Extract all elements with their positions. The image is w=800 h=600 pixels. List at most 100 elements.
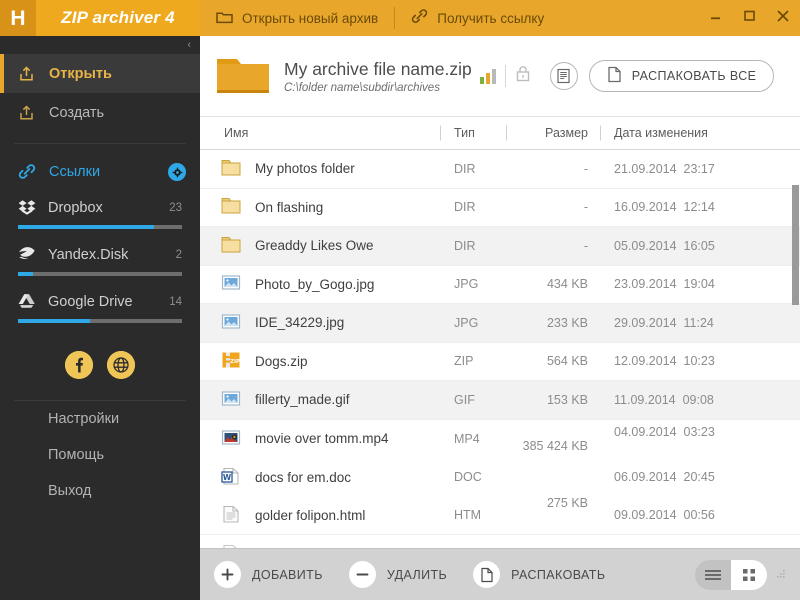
file-type: DOC bbox=[454, 470, 482, 485]
cloud-count: 23 bbox=[169, 201, 182, 214]
folder-large-icon bbox=[216, 55, 270, 97]
column-header-type[interactable]: Тип bbox=[440, 126, 506, 140]
facebook-icon[interactable] bbox=[65, 351, 93, 379]
open-new-archive-label: Открыть новый архив bbox=[242, 10, 379, 26]
globe-icon[interactable] bbox=[107, 351, 135, 379]
file-date: 29.09.2014 11:24 bbox=[614, 315, 714, 330]
comment-list-icon[interactable] bbox=[549, 62, 578, 90]
archive-path: C:\folder name\subdir\archives bbox=[284, 81, 440, 94]
close-icon bbox=[776, 9, 790, 28]
file-type: DIR bbox=[454, 161, 476, 176]
chevron-left-icon[interactable]: ‹ bbox=[187, 39, 191, 51]
file-size: 564 KB bbox=[546, 354, 588, 369]
dropbox-icon bbox=[18, 199, 36, 216]
cloud-count: 2 bbox=[175, 248, 182, 261]
file-name: My photos folder bbox=[255, 161, 355, 177]
table-row[interactable]: movie over tomm.mp4 MP4 385 424 KB 04.09… bbox=[200, 420, 800, 459]
extract-all-button[interactable]: РАСПАКОВАТЬ ВСЕ bbox=[588, 60, 775, 92]
gear-icon[interactable] bbox=[168, 163, 186, 181]
get-link-button[interactable]: Получить ссылку bbox=[395, 0, 560, 36]
lock-icon[interactable] bbox=[515, 65, 531, 88]
add-button[interactable]: ДОБАВИТЬ bbox=[214, 561, 323, 588]
title-bar: H ZIP archiver 4 Открыть новый архив Пол… bbox=[0, 0, 800, 36]
sidebar-item-exit[interactable]: Выход bbox=[0, 473, 200, 509]
file-icon bbox=[473, 561, 501, 588]
open-new-archive-button[interactable]: Открыть новый архив bbox=[200, 0, 394, 36]
extract-button-label: РАСПАКОВАТЬ bbox=[511, 567, 606, 582]
app-title: ZIP archiver 4 bbox=[36, 0, 200, 36]
folder-icon bbox=[220, 158, 242, 180]
archive-header: My archive file name.zip C:\folder name\… bbox=[200, 36, 800, 117]
file-date: 05.09.2014 16:05 bbox=[614, 238, 715, 253]
table-row[interactable]: My photos folder DIR - 21.09.2014 23:17 bbox=[200, 150, 800, 189]
file-type: DIR bbox=[454, 200, 476, 215]
scrollbar-thumb[interactable] bbox=[792, 185, 799, 305]
image-icon bbox=[220, 389, 242, 411]
cloud-item-google-drive[interactable]: Google Drive 14 bbox=[18, 288, 182, 323]
folder-icon bbox=[220, 235, 242, 257]
delete-button[interactable]: УДАЛИТЬ bbox=[348, 561, 447, 588]
archive-name: My archive file name.zip bbox=[284, 58, 472, 79]
table-row[interactable]: On flashing DIR - 16.09.2014 12:14 bbox=[200, 189, 800, 227]
folder-outline-icon bbox=[216, 10, 233, 27]
column-header-name[interactable]: Имя bbox=[200, 126, 440, 140]
main-panel: My archive file name.zip C:\folder name\… bbox=[200, 36, 800, 600]
table-row[interactable]: IDE_34229.jpg JPG 233 KB 29.09.2014 11:2… bbox=[200, 304, 800, 343]
compression-chart-icon bbox=[479, 68, 496, 84]
file-name: fillerty_made.gif bbox=[255, 392, 350, 408]
close-button[interactable] bbox=[766, 0, 800, 36]
app-window: H ZIP archiver 4 Открыть новый архив Пол… bbox=[0, 0, 800, 600]
file-size: - bbox=[583, 200, 588, 215]
sidebar-item-help[interactable]: Помощь bbox=[0, 437, 200, 473]
image-icon bbox=[220, 273, 242, 295]
list-view-icon[interactable] bbox=[695, 560, 731, 590]
sidebar-item-settings[interactable]: Настройки bbox=[0, 401, 200, 437]
app-logo: H bbox=[0, 0, 36, 36]
image-icon bbox=[220, 312, 242, 334]
file-name: IDE_34229.jpg bbox=[255, 315, 345, 331]
file-size: - bbox=[583, 238, 588, 253]
plus-icon bbox=[214, 561, 241, 588]
file-date: 04.09.2014 03:23 bbox=[614, 424, 715, 439]
sidebar-links-header: Ссылки bbox=[0, 152, 200, 192]
column-header-size[interactable]: Размер bbox=[506, 126, 600, 140]
sidebar-item-open[interactable]: Открыть bbox=[0, 54, 200, 93]
column-header-date[interactable]: Дата изменения bbox=[600, 126, 780, 140]
file-name: Photo_by_Gogo.jpg bbox=[255, 276, 375, 292]
sidebar-collapse-row: ‹ bbox=[0, 36, 200, 54]
minimize-button[interactable] bbox=[698, 0, 732, 36]
table-row[interactable]: golder folipon.html HTM 275 KB 09.09.201… bbox=[200, 496, 800, 535]
table-row[interactable] bbox=[200, 535, 800, 548]
folder-icon bbox=[220, 196, 242, 218]
table-row[interactable]: W docs for em.doc DOC 06.09.2014 20:45 bbox=[200, 458, 800, 497]
cloud-name: Dropbox bbox=[48, 199, 103, 216]
file-type: MP4 bbox=[454, 431, 480, 446]
sidebar-divider bbox=[14, 143, 186, 144]
cloud-item-dropbox[interactable]: Dropbox 23 bbox=[18, 194, 182, 229]
file-date: 23.09.2014 19:04 bbox=[614, 277, 715, 292]
table-row[interactable]: fillerty_made.gif GIF 153 KB 11.09.2014 … bbox=[200, 381, 800, 420]
zip-icon: ZIP bbox=[220, 350, 242, 372]
table-row[interactable]: Photo_by_Gogo.jpg JPG 434 KB 23.09.2014 … bbox=[200, 266, 800, 304]
video-icon bbox=[220, 428, 242, 450]
file-list[interactable]: My photos folder DIR - 21.09.2014 23:17 … bbox=[200, 150, 800, 548]
cloud-item-yandex-disk[interactable]: Yandex.Disk 2 bbox=[18, 241, 182, 276]
sidebar-item-create[interactable]: Создать bbox=[0, 93, 200, 132]
table-header: Имя Тип Размер Дата изменения bbox=[200, 117, 800, 150]
table-row[interactable]: ZIP Dogs.zip ZIP 564 KB 12.09.2014 10:23 bbox=[200, 343, 800, 381]
file-name: On flashing bbox=[255, 199, 324, 215]
header-divider bbox=[504, 65, 506, 87]
file-name: docs for em.doc bbox=[255, 469, 352, 485]
cloud-name: Google Drive bbox=[48, 293, 133, 310]
resize-grip-icon[interactable] bbox=[775, 566, 786, 584]
file-list-scrollbar[interactable] bbox=[791, 150, 800, 548]
maximize-button[interactable] bbox=[732, 0, 766, 36]
chain-link-icon bbox=[18, 163, 36, 181]
grid-view-icon[interactable] bbox=[731, 559, 767, 590]
file-size: - bbox=[583, 161, 588, 176]
file-type: HTM bbox=[454, 508, 482, 523]
table-row[interactable]: Greaddy Likes Owe DIR - 05.09.2014 16:05 bbox=[200, 227, 800, 266]
extract-button[interactable]: РАСПАКОВАТЬ bbox=[473, 561, 605, 588]
file-type: JPG bbox=[454, 315, 479, 330]
cloud-count: 14 bbox=[169, 295, 182, 308]
